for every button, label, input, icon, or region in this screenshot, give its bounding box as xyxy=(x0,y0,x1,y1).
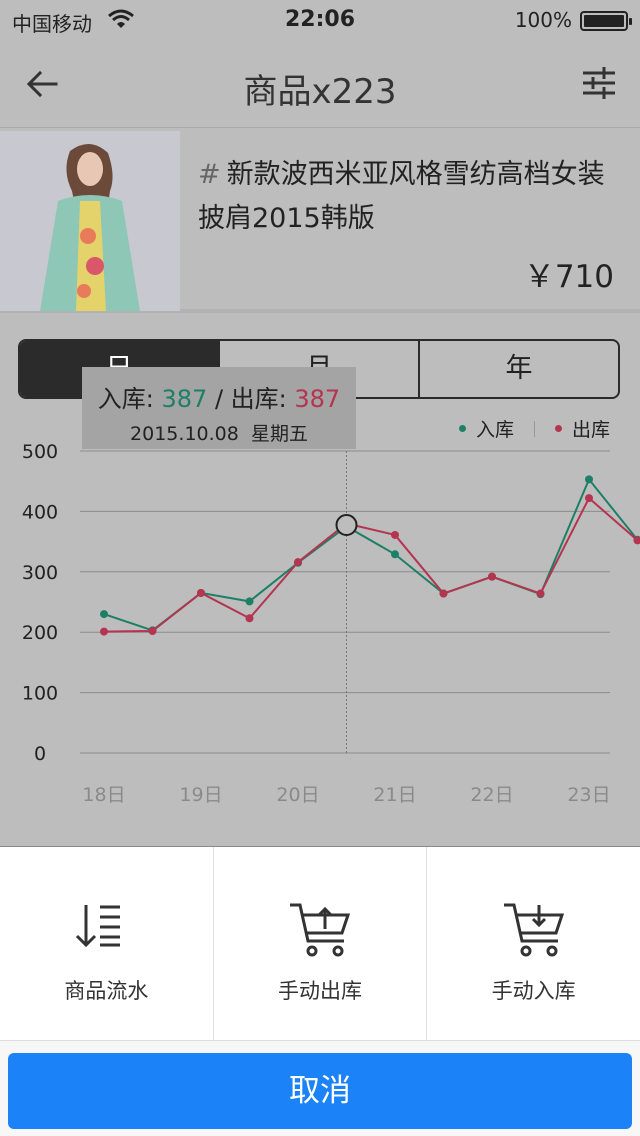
product-name-text: 新款波西米亚风格雪纺高档女装披肩2015韩版 xyxy=(198,159,605,234)
tooltip-values: 入库: 387 / 出库: 387 xyxy=(82,379,356,414)
x-tick-label: 20日 xyxy=(276,784,319,806)
x-tick-label: 23日 xyxy=(567,784,610,806)
data-point-out xyxy=(245,614,254,623)
data-point-in xyxy=(585,475,593,484)
product-name: # 新款波西米亚风格雪纺高档女装披肩2015韩版 xyxy=(198,153,623,241)
y-tick-label: 200 xyxy=(22,622,58,644)
series-line-out xyxy=(103,496,640,633)
data-point-in xyxy=(391,550,399,559)
segment-year[interactable]: 年 xyxy=(418,341,618,397)
data-point-out xyxy=(294,558,302,567)
data-point-out xyxy=(148,626,157,635)
page-title: 商品x223 xyxy=(243,72,397,112)
y-tick-label: 100 xyxy=(22,683,58,705)
highlight-point-marker xyxy=(335,513,358,536)
tooltip-in-value: 387 xyxy=(161,385,208,413)
action-row: 商品流水 手动出库 手动入库 xyxy=(0,847,640,1041)
action-label-stock-in: 手动入库 xyxy=(491,979,576,1003)
tooltip-out-value: 387 xyxy=(294,385,341,413)
data-point-out xyxy=(488,572,496,581)
cart-out-icon xyxy=(290,903,351,957)
data-point-out xyxy=(536,589,545,598)
action-label-flow: 商品流水 xyxy=(64,979,149,1003)
action-label-stock-out: 手动出库 xyxy=(278,979,362,1003)
action-item-stock-in[interactable]: 手动入库 xyxy=(426,847,640,1040)
y-tick-label: 0 xyxy=(34,743,46,765)
cancel-button[interactable]: 取消 xyxy=(8,1053,632,1129)
battery-icon xyxy=(580,11,632,31)
cart-in-icon xyxy=(503,903,564,957)
x-tick-label: 22日 xyxy=(470,784,513,806)
data-point-out xyxy=(391,530,399,539)
y-tick-label: 300 xyxy=(22,562,58,584)
data-point-in xyxy=(245,597,254,606)
product-card[interactable]: # 新款波西米亚风格雪纺高档女装披肩2015韩版 ￥710 xyxy=(0,129,640,313)
battery-percentage: 100% xyxy=(514,8,572,32)
data-point-in xyxy=(100,610,108,619)
tooltip-out-label: 出库: xyxy=(230,385,295,413)
legend-in-label: 入库 xyxy=(475,419,514,441)
legend-in-dot xyxy=(458,425,466,432)
action-item-flow[interactable]: 商品流水 xyxy=(0,847,213,1040)
x-tick-label: 18日 xyxy=(82,784,125,806)
hash-icon: # xyxy=(198,159,221,190)
product-image xyxy=(0,131,180,311)
filter-sliders-icon[interactable] xyxy=(582,66,616,100)
legend-out-label: 出库 xyxy=(571,419,610,441)
x-tick-label: 19日 xyxy=(179,784,222,806)
x-tick-label: 21日 xyxy=(373,784,416,806)
sort-list-icon xyxy=(76,905,121,948)
data-point-out xyxy=(439,589,448,598)
tooltip-date-text: 2015.10.08 xyxy=(130,423,239,445)
data-point-out xyxy=(585,494,593,503)
status-bar: 中国移动 22:06 100% xyxy=(0,0,640,40)
chart-legend: 入库 出库 xyxy=(458,415,610,442)
tooltip-separator: / xyxy=(207,385,231,413)
product-price: ￥710 xyxy=(523,259,614,295)
y-tick-label: 500 xyxy=(22,441,58,463)
y-tick-label: 400 xyxy=(22,501,58,523)
action-sheet: 商品流水 手动出库 手动入库 取消 xyxy=(0,846,640,1136)
tooltip-in-label: 入库: xyxy=(97,385,162,413)
legend-divider xyxy=(533,420,535,437)
tooltip-weekday: 星期五 xyxy=(250,423,308,445)
tooltip-date: 2015.10.08 星期五 xyxy=(82,419,356,446)
data-point-out xyxy=(197,588,205,597)
legend-out-dot xyxy=(554,425,562,432)
action-item-stock-out[interactable]: 手动出库 xyxy=(212,847,427,1040)
chart-section: 010020030040050018日19日20日21日22日23日 日 月 年… xyxy=(0,317,640,847)
navigation-bar: 商品x223 xyxy=(0,40,640,128)
data-point-out xyxy=(100,627,108,636)
chart-tooltip: 入库: 387 / 出库: 387 2015.10.08 星期五 xyxy=(82,367,356,449)
